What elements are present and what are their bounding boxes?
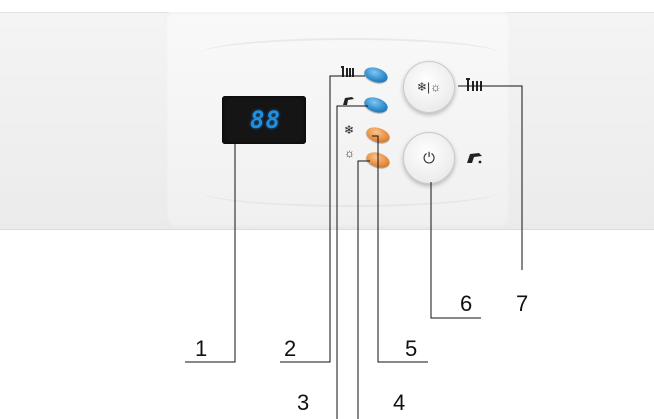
callout-2: 2: [284, 336, 297, 361]
snowflake-icon: ❄: [344, 123, 355, 137]
winter-summer-mode-button[interactable]: ❄|☼: [403, 61, 455, 113]
display-digits: 88: [250, 106, 281, 134]
callout-1: 1: [195, 336, 208, 361]
radiator-icon-right: [466, 78, 486, 95]
callout-4: 4: [393, 390, 406, 415]
radiator-icon: [341, 66, 355, 81]
power-icon: ⏻: [423, 149, 435, 167]
sun-icon: ☼: [344, 146, 355, 160]
panel-contour-lower: [200, 175, 500, 207]
callout-6: 6: [460, 291, 473, 316]
tap-icon-right: [466, 151, 484, 168]
digital-display: 88: [222, 96, 306, 144]
callout-5: 5: [405, 336, 418, 361]
callout-7: 7: [516, 291, 529, 316]
callout-3: 3: [297, 390, 310, 415]
snowflake-sun-icon: ❄|☼: [416, 80, 442, 94]
power-button[interactable]: ⏻: [403, 132, 455, 184]
tap-icon: [342, 95, 356, 110]
